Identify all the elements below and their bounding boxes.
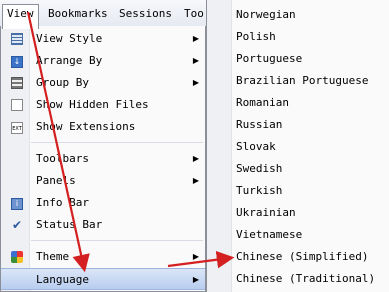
submenu-arrow-icon: ▶ [192,154,199,163]
submenu-icon-gutter [207,0,232,292]
menu-item-toolbars[interactable]: Toolbars ▶ [1,148,205,170]
theme-icon [9,249,25,265]
menu-bar: View Bookmarks Sessions Too [0,0,206,29]
menu-sessions[interactable]: Sessions [115,5,176,23]
hidden-files-icon [9,97,25,113]
menu-item-arrange-by[interactable]: ↓ Arrange By ▶ [1,50,205,72]
menu-item-label: Status Bar [36,218,103,231]
submenu-arrow-icon: ▶ [192,252,199,261]
menu-separator [31,240,203,241]
language-item-russian[interactable]: Russian [236,114,282,136]
menu-item-group-by[interactable]: Group By ▶ [1,72,205,94]
menu-item-label: Toolbars [36,152,89,165]
submenu-arrow-icon: ▶ [192,56,199,65]
language-item-chinese-traditional[interactable]: Chinese (Traditional) [236,268,375,290]
menu-item-label: Show Extensions [36,120,136,133]
menu-item-label: View Style [36,32,103,45]
menu-item-label: Show Hidden Files [36,98,149,111]
menu-item-status-bar[interactable]: ✔ Status Bar [1,214,205,236]
info-bar-icon: i [9,195,25,211]
view-style-icon [9,31,25,47]
submenu-arrow-icon: ▶ [192,275,199,284]
view-menu: View Style ▶ ↓ Arrange By ▶ Group By ▶ S… [0,26,206,292]
menu-separator [31,142,203,143]
menu-bookmarks[interactable]: Bookmarks [44,5,112,23]
language-item-slovak[interactable]: Slovak [236,136,276,158]
menu-item-show-extensions[interactable]: EXT Show Extensions [1,116,205,138]
language-item-swedish[interactable]: Swedish [236,158,282,180]
language-item-polish[interactable]: Polish [236,26,276,48]
menu-item-label: Language [36,273,89,286]
menu-item-label: Group By [36,76,89,89]
menu-item-panels[interactable]: Panels ▶ [1,170,205,192]
language-item-chinese-simplified[interactable]: Chinese (Simplified) [236,246,368,268]
language-item-ukrainian[interactable]: Ukrainian [236,202,296,224]
language-item-portuguese[interactable]: Portuguese [236,48,302,70]
extensions-icon: EXT [9,119,25,135]
menu-item-label: Info Bar [36,196,89,209]
submenu-arrow-icon: ▶ [192,78,199,87]
submenu-arrow-icon: ▶ [192,176,199,185]
language-submenu: Norwegian Polish Portuguese Brazilian Po… [206,0,389,292]
menu-item-label: Panels [36,174,76,187]
language-item-brazilian-portuguese[interactable]: Brazilian Portuguese [236,70,368,92]
menu-view[interactable]: View [2,4,39,29]
group-by-icon [9,75,25,91]
menu-item-theme[interactable]: Theme ▶ [1,246,205,268]
checkmark-icon: ✔ [11,218,23,232]
menu-item-label: Theme [36,250,70,263]
arrange-by-icon: ↓ [9,53,25,69]
language-item-turkish[interactable]: Turkish [236,180,282,202]
menu-item-view-style[interactable]: View Style ▶ [1,28,205,50]
menu-tools[interactable]: Too [180,5,208,23]
menu-item-language[interactable]: Language ▶ [1,268,205,290]
language-item-romanian[interactable]: Romanian [236,92,289,114]
menu-item-show-hidden-files[interactable]: Show Hidden Files [1,94,205,116]
submenu-arrow-icon: ▶ [192,34,199,43]
language-item-norwegian[interactable]: Norwegian [236,4,296,26]
language-item-vietnamese[interactable]: Vietnamese [236,224,302,246]
menu-item-label: Arrange By [36,54,103,67]
menu-item-info-bar[interactable]: i Info Bar [1,192,205,214]
